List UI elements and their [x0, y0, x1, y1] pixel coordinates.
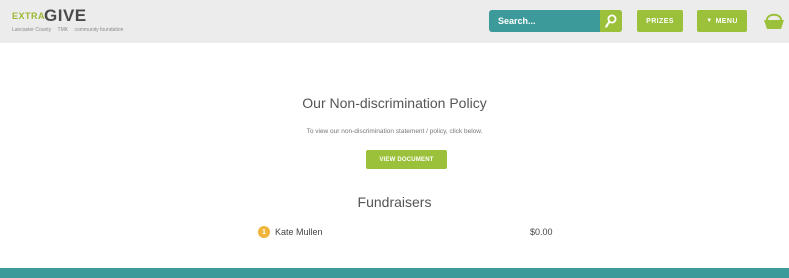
- sponsor-1: Lancaster County: [12, 27, 52, 33]
- search-button[interactable]: [600, 10, 622, 32]
- header-bar: EXTRAGIVE Lancaster County TMK community…: [0, 0, 789, 43]
- basket-button[interactable]: [763, 10, 785, 32]
- search-bar: [489, 10, 622, 32]
- logo-wordmark: EXTRAGIVE: [12, 6, 87, 25]
- view-document-button[interactable]: VIEW DOCUMENT: [366, 150, 447, 169]
- prizes-button[interactable]: PRIZES: [637, 10, 683, 32]
- logo-give-text: GIVE: [44, 6, 87, 25]
- search-icon: [605, 14, 617, 28]
- sponsor-2: TMK: [57, 27, 69, 33]
- sponsor-3: community foundation: [74, 27, 124, 33]
- fundraiser-amount: $0.00: [530, 227, 553, 237]
- policy-title: Our Non-discrimination Policy: [302, 95, 487, 111]
- fundraiser-row[interactable]: 1 Kate Mullen $0.00: [258, 225, 588, 241]
- menu-label: MENU: [715, 17, 738, 25]
- search-input[interactable]: [489, 10, 600, 32]
- prizes-label: PRIZES: [646, 17, 674, 25]
- policy-text: To view our non-discrimination statement…: [306, 128, 483, 135]
- logo-sponsors: Lancaster County TMK community foundatio…: [12, 27, 128, 33]
- rank-badge: 1: [258, 226, 270, 238]
- basket-icon: [764, 13, 784, 29]
- extragive-logo[interactable]: EXTRAGIVE Lancaster County TMK community…: [12, 6, 123, 36]
- footer-bar: [0, 268, 789, 278]
- triangle-down-icon: ▼: [706, 18, 713, 24]
- fundraiser-name[interactable]: Kate Mullen: [275, 227, 323, 237]
- logo-extra-text: EXTRA: [12, 11, 46, 21]
- page: EXTRAGIVE Lancaster County TMK community…: [0, 0, 789, 278]
- view-document-label: VIEW DOCUMENT: [379, 156, 434, 163]
- menu-button[interactable]: ▼ MENU: [697, 10, 747, 32]
- fundraisers-title: Fundraisers: [357, 194, 432, 210]
